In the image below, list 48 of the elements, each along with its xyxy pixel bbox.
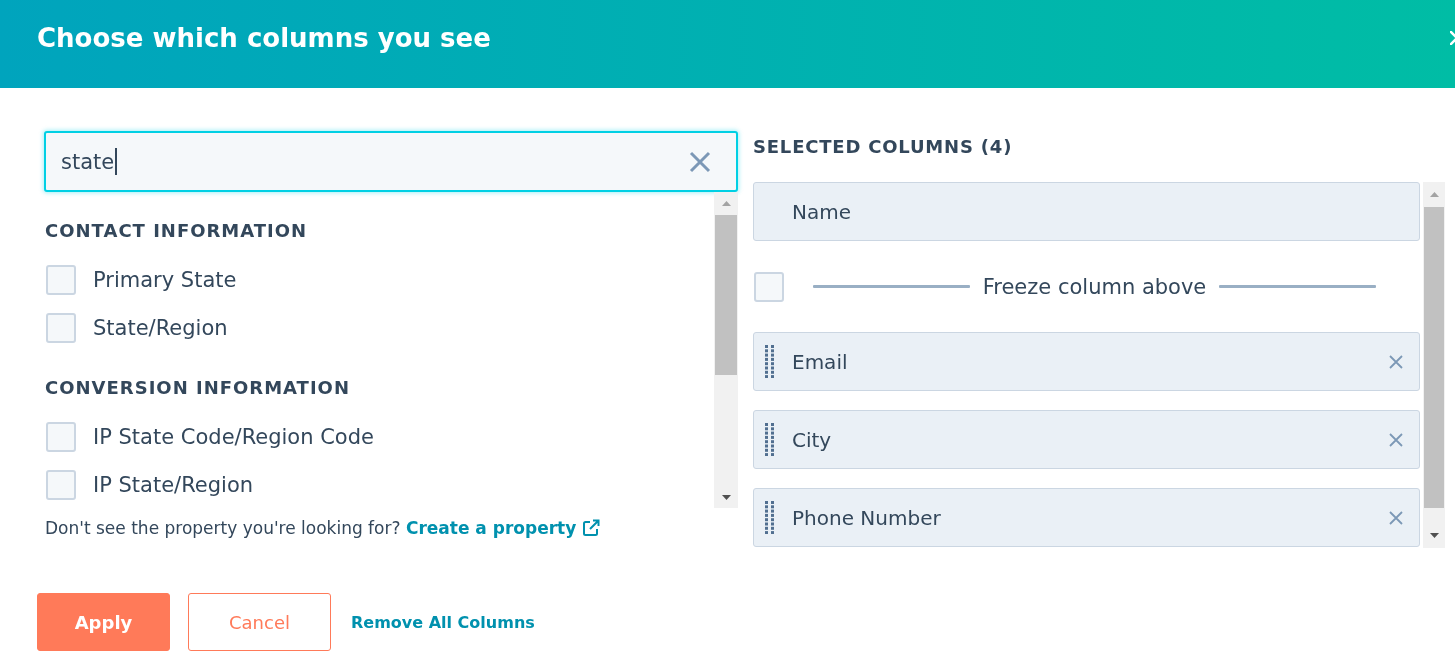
scrollbar-thumb[interactable] (715, 215, 737, 375)
drag-handle-icon[interactable] (765, 344, 774, 379)
remove-all-link[interactable]: Remove All Columns (351, 612, 535, 632)
property-label[interactable]: IP State/Region (93, 471, 254, 499)
close-icon (1389, 432, 1403, 447)
property-label[interactable]: IP State Code/Region Code (93, 423, 374, 451)
close-icon (1389, 510, 1403, 525)
scrollbar-thumb[interactable] (1424, 207, 1444, 508)
column-label: City (792, 426, 832, 454)
external-link-icon (582, 519, 601, 537)
property-label[interactable]: State/Region (93, 314, 228, 342)
remove-column-button[interactable] (1389, 354, 1403, 369)
drag-handle-icon[interactable] (765, 422, 774, 457)
text-cursor-icon (115, 148, 117, 175)
hint-text: Don't see the property you're looking for? Create a property (45, 516, 601, 540)
drag-handle-icon[interactable] (765, 500, 774, 535)
checkbox[interactable] (46, 422, 76, 452)
column-label: Name (792, 198, 851, 226)
freeze-label[interactable]: Freeze column above (982, 272, 1207, 301)
dialog-title: Choose which columns you see (37, 22, 492, 54)
column-card[interactable]: City (753, 410, 1420, 469)
property-label[interactable]: Primary State (93, 266, 237, 294)
scroll-down-icon[interactable] (721, 494, 731, 500)
close-icon (1450, 31, 1455, 45)
create-property-link[interactable]: Create a property (405, 516, 601, 540)
remove-column-button[interactable] (1389, 510, 1403, 525)
column-label: Phone Number (792, 504, 941, 532)
scrollbar[interactable] (714, 192, 738, 508)
column-card[interactable]: Phone Number (753, 488, 1420, 547)
remove-column-button[interactable] (1389, 432, 1403, 447)
group-heading: CONVERSION INFORMATION (45, 375, 350, 400)
close-icon (689, 150, 711, 173)
scroll-down-icon[interactable] (1429, 533, 1439, 538)
checkbox[interactable] (46, 313, 76, 343)
close-button[interactable] (1450, 31, 1455, 45)
section-heading: SELECTED COLUMNS (4) (753, 134, 1013, 159)
group-heading: CONTACT INFORMATION (45, 218, 308, 243)
clear-search-button[interactable] (689, 150, 711, 173)
scroll-up-icon[interactable] (1429, 192, 1439, 197)
search-field[interactable]: state (44, 131, 738, 192)
column-card[interactable]: Email (753, 332, 1420, 391)
column-label: Email (792, 348, 848, 376)
checkbox[interactable] (754, 271, 784, 302)
checkbox[interactable] (46, 470, 76, 500)
close-icon (1389, 354, 1403, 369)
checkbox[interactable] (46, 265, 76, 295)
scrollbar[interactable] (1423, 182, 1445, 548)
scroll-up-icon[interactable] (721, 201, 731, 206)
